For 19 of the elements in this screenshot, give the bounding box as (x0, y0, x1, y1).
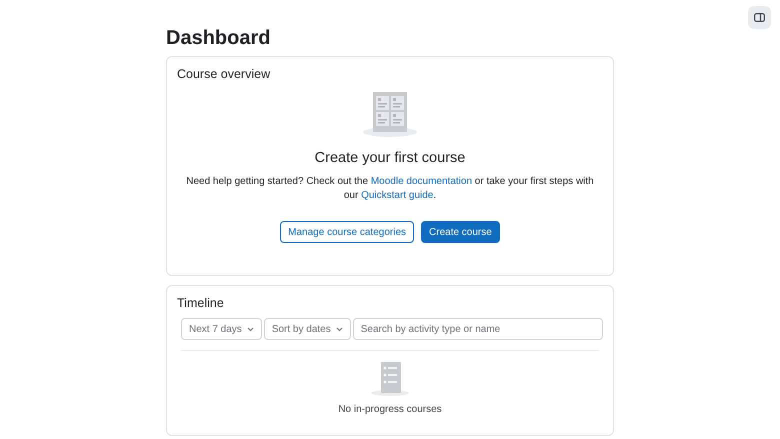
search-field[interactable]: Search by activity type or name (352, 318, 603, 340)
empty-state-text: No in-progress courses (338, 403, 442, 417)
card-title: Timeline (177, 295, 225, 311)
chevron-down-icon (336, 326, 343, 332)
course-grid-icon (362, 92, 418, 138)
create-course-button[interactable]: Create course (421, 221, 500, 243)
sidebar-toggle-button[interactable] (748, 6, 771, 29)
empty-state-heading: Create your first course (314, 149, 466, 167)
chevron-down-icon (246, 326, 254, 332)
filter-dropdown[interactable]: Sort by dates (264, 318, 351, 340)
page-title: Dashboard (166, 26, 272, 50)
filter-dropdown[interactable]: Next 7 days (181, 318, 262, 340)
help-link[interactable]: Moodle documentation (370, 176, 472, 187)
help-text: Need help getting started? Check out the Moodle documentation or take your first steps with our Quickstart guide. (185, 175, 595, 203)
panel-icon (754, 13, 765, 22)
card-title: Course overview (177, 66, 270, 82)
manage-categories-button[interactable]: Manage course categories (280, 221, 414, 243)
help-link[interactable]: Quickstart guide (361, 190, 434, 201)
list-icon (370, 362, 410, 397)
